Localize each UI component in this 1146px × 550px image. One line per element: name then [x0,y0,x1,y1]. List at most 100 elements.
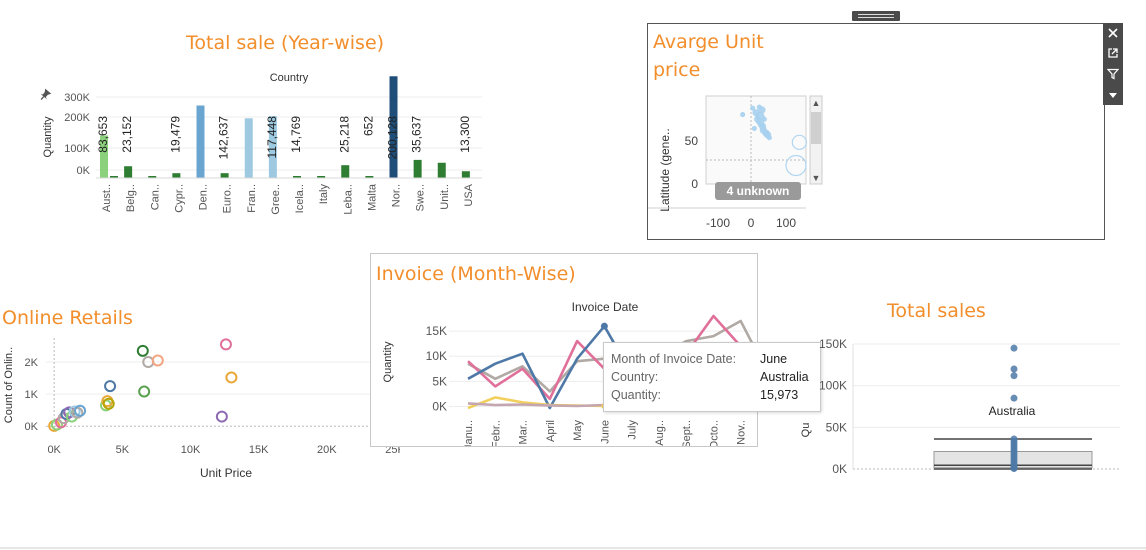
scatter-point [138,385,151,398]
total-sale-chart[interactable]: Country Quantity 300K 200K 100K 0K 83,653 23,15… [0,60,500,240]
box-point [1010,465,1018,473]
map-point [761,116,767,122]
avg-unit-price-title-line2: price [653,59,701,81]
bar [124,166,133,178]
map-point [751,125,757,132]
x-tick-label: -100 [706,216,730,230]
total-sales-chart[interactable]: 150K 100K 50K 0K Qu Australia [795,330,1125,480]
pin-icon[interactable] [38,88,52,102]
bar [341,165,350,178]
total-sale-title: Total sale (Year-wise) [186,32,385,54]
y-tick-label: 50 [685,134,699,148]
data-label: 35,637 [410,116,424,153]
x-tick-label: Unit.. [439,184,451,210]
scatter-point [151,354,164,367]
data-label: 23,152 [120,116,134,153]
x-tick-label: Malta [366,183,378,211]
data-label: 652 [361,116,375,136]
online-retails-title: Online Retails [2,307,133,329]
scatter-point [225,371,238,384]
x-tick-label: Mar.. [518,420,530,444]
box-point [1010,394,1018,402]
bar [244,118,253,178]
scroll-up-icon: ▲ [812,98,821,108]
x-tick-label: Fran.. [246,184,258,213]
x-tick-label: 100 [776,216,796,230]
data-label: 200,128 [386,116,400,160]
y-tick-label: 0K [832,462,847,476]
x-tick-label: April [545,420,557,442]
scatter-chart-svg: 2K1K0K0K5K10K15K20K25KUnit PriceCount of… [3,338,405,480]
bar [196,105,205,178]
x-tick-label: 5K [116,444,130,456]
data-label: 25,218 [337,116,351,153]
x-tick-label: June [599,420,611,444]
point-annotation: Australia [989,404,1036,418]
y-tick-label: 150K [819,337,847,351]
y-axis-title: Count of Onlin.. [3,347,15,423]
x-tick-label: Janu.. [463,420,475,446]
y-tick-label: 300K [64,92,90,104]
panel-toolbar [1103,23,1123,105]
bar [413,159,422,178]
y-tick-label: 200K [64,112,90,124]
tooltip-key: Country: [611,370,659,384]
scatter-point [136,344,149,357]
drag-handle[interactable] [852,11,900,21]
data-label: 13,300 [458,116,472,153]
x-tick-label: July [627,420,639,440]
map-point [750,105,756,111]
x-tick-label: Swe.. [415,184,427,212]
y-tick-label: 0K [25,421,39,433]
x-axis-title: Unit Price [200,466,252,480]
unknown-badge-text: 4 unknown [727,184,790,198]
close-icon[interactable] [1103,23,1123,43]
avg-unit-price-title-line1: Avarge Unit [653,31,764,53]
bar [461,171,470,178]
online-retails-chart[interactable]: 2K1K0K0K5K10K15K20K25KUnit PriceCount of… [0,330,405,490]
x-tick-label: Octo.. [708,420,720,446]
box-chart-svg: 150K 100K 50K 0K Qu Australia [800,337,1120,476]
y-tick-label: 50K [826,420,847,434]
bar [172,173,181,178]
y-tick-label: 100K [819,379,847,393]
x-tick-label: USA [463,183,475,206]
x-tick-label: Sept.. [681,420,693,446]
x-tick-label: Nov.. [736,420,748,445]
x-tick-label: Gree.. [270,184,282,215]
x-tick-label: Italy [318,184,330,205]
box-point [1010,344,1018,352]
box-point [1010,365,1018,373]
map-point [756,104,762,110]
map-point [766,135,772,141]
invoice-title: Invoice (Month-Wise) [376,263,576,285]
map-scrollbar-thumb [811,112,821,144]
map-chart-svg: 4 unknown▲▼500-1000100Longitude (gene..L… [648,95,823,230]
y-tick-label: 5K [432,374,447,388]
x-tick-label: Belg.. [125,184,137,212]
scroll-down-icon: ▼ [812,173,821,183]
dropdown-icon[interactable] [1103,85,1123,105]
avg-unit-price-panel[interactable]: Avarge Unit price 4 unknown ▲ ▼ 50 0 -100 0 100… [647,23,1105,240]
x-tick-label: Cypr.. [173,184,185,213]
x-tick-label: Nor.. [391,184,403,207]
bar-chart-svg: Country Quantity 300K 200K 100K 0K 83,653 23,15… [42,72,482,215]
tooltip-value: June [760,352,788,366]
total-sales-title: Total sales [887,300,986,322]
y-tick-label: 10K [426,349,447,363]
y-tick-label: 0 [691,177,698,191]
box-point [1010,372,1018,380]
x-tick-label: 0 [748,216,755,230]
scatter-point [104,380,117,393]
popout-icon[interactable] [1103,43,1123,63]
data-label: 142,637 [217,116,231,160]
y-tick-label: 100K [64,143,90,155]
y-tick-label: 0K [432,399,447,413]
data-label: 19,479 [168,116,182,153]
x-tick-label: Leba.. [342,184,354,215]
x-tick-label: Febr.. [490,420,502,446]
x-axis-title: Invoice Date [572,300,639,314]
filter-icon[interactable] [1103,64,1123,84]
x-tick-label: Euro.. [222,184,234,213]
tooltip: Month of Invoice Date: June Country: Austr… [603,342,821,412]
